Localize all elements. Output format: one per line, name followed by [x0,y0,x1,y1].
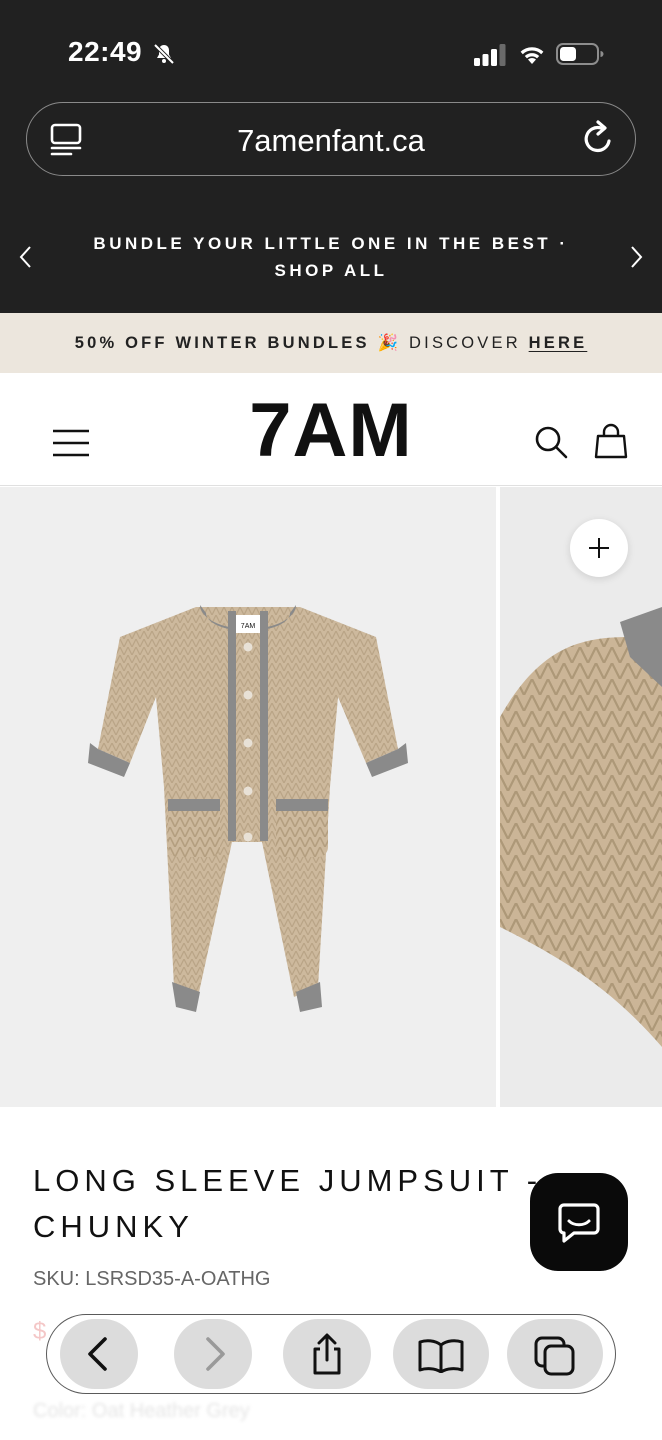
announcement-next-arrow-icon[interactable] [624,244,648,270]
promo-here-link[interactable]: HERE [529,334,588,352]
jumpsuit-illustration: 7AM [88,605,408,1012]
reload-icon[interactable] [579,119,617,159]
status-time: 22:49 [68,36,143,67]
forward-button[interactable] [174,1319,252,1389]
product-gallery[interactable]: 7AM [0,487,662,1107]
book-icon [418,1339,464,1373]
cell-signal-icon [474,44,506,66]
back-button[interactable] [60,1319,138,1389]
battery-icon [556,43,604,65]
bookmarks-button[interactable] [393,1319,489,1389]
product-sku: SKU: LSRSD35-A-OATHG [33,1268,271,1290]
forward-chevron-icon [206,1337,225,1371]
party-emoji: 🎉 [377,334,402,352]
shopping-bag-icon[interactable] [594,423,628,459]
wifi-icon [520,47,544,64]
product-price: $ [33,1318,47,1345]
tabs-overview-button[interactable] [507,1319,603,1389]
chat-icon [558,1203,600,1243]
plus-icon [589,538,609,558]
promo-banner[interactable]: 50% OFF WINTER BUNDLES 🎉 DISCOVER HERE [0,313,662,373]
back-chevron-icon [88,1337,107,1371]
site-header: 7AM [0,373,662,486]
share-icon [313,1333,341,1375]
url-text[interactable]: 7amenfant.ca [27,123,635,159]
zoom-button[interactable] [570,519,628,577]
promo-discover: DISCOVER [409,334,521,352]
share-button[interactable] [283,1319,371,1389]
tabs-overview-icon [534,1336,575,1376]
product-image-secondary[interactable] [500,487,662,1107]
browser-toolbar [46,1314,616,1394]
announcement-prev-arrow-icon[interactable] [14,244,38,270]
address-bar[interactable]: 7amenfant.ca [26,102,636,176]
product-title: LONG SLEEVE JUMPSUIT - CHUNKY [33,1163,543,1244]
jumpsuit-closeup-illustration [500,607,662,1047]
promo-text: 50% OFF WINTER BUNDLES [74,334,370,352]
tag-label: 7AM [241,623,256,630]
browser-chrome: 22:49 7amenfant.ca BUNDLE YOUR LITTLE ON… [0,0,662,313]
search-icon[interactable] [534,425,568,459]
announcement-text[interactable]: BUNDLE YOUR LITTLE ONE IN THE BEST · SHO… [60,230,602,284]
chat-button[interactable] [530,1173,628,1271]
product-color: Color: Oat Heather Grey [33,1400,250,1422]
product-image-main[interactable]: 7AM [0,487,496,1107]
bell-muted-icon [153,43,175,65]
